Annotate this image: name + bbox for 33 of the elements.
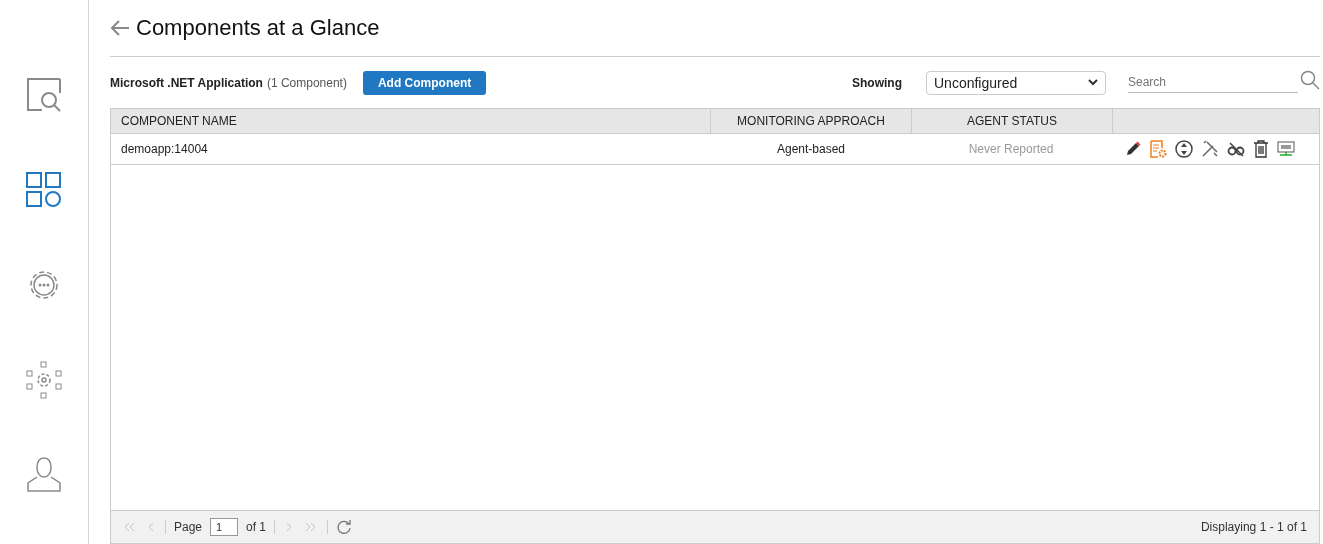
up-down-circle-icon[interactable] [1175, 140, 1193, 158]
page-label: Page [174, 520, 203, 534]
grid-shapes-icon [25, 171, 63, 209]
user-icon [25, 456, 63, 494]
column-header: COMPONENT NAME [111, 109, 711, 133]
showing-label: Showing [852, 75, 902, 90]
application-name: Microsoft .NET Application [110, 75, 263, 90]
table-cell-text: Agent-based [775, 141, 847, 158]
table-cell-text: demoapp:14004 [120, 141, 209, 158]
column-header: AGENT STATUS [912, 109, 1113, 133]
table-cell-text: Never Reported [967, 141, 1055, 158]
config-sheet-icon[interactable] [1149, 140, 1167, 158]
showing-dropdown[interactable]: Unconfigured [926, 70, 1106, 95]
page-number-field[interactable]: 1 [210, 518, 239, 536]
sidebar-item[interactable] [25, 76, 63, 114]
monitor-icon[interactable] [1277, 141, 1295, 157]
page-title: Components at a Glance [136, 15, 380, 41]
column-header: MONITORING APPROACH [711, 109, 912, 133]
page-total: of 1 [246, 520, 267, 534]
search-icon [25, 76, 63, 114]
network-gear-icon [25, 361, 63, 399]
chevron-down-icon [1088, 79, 1098, 86]
add-component-button[interactable]: Add Component [362, 70, 487, 95]
sidebar-item[interactable] [25, 171, 63, 209]
search-icon[interactable] [1300, 69, 1320, 90]
display-count: Displaying 1 - 1 of 1 [1200, 520, 1307, 534]
sidebar-item[interactable] [25, 361, 63, 399]
back-arrow-icon[interactable] [110, 20, 130, 36]
component-count: (1 Component) [266, 75, 347, 90]
trash-icon[interactable] [1253, 140, 1269, 158]
pencil-icon[interactable] [1125, 141, 1141, 157]
refresh-icon[interactable] [336, 519, 353, 535]
sidebar-item[interactable] [25, 456, 63, 494]
